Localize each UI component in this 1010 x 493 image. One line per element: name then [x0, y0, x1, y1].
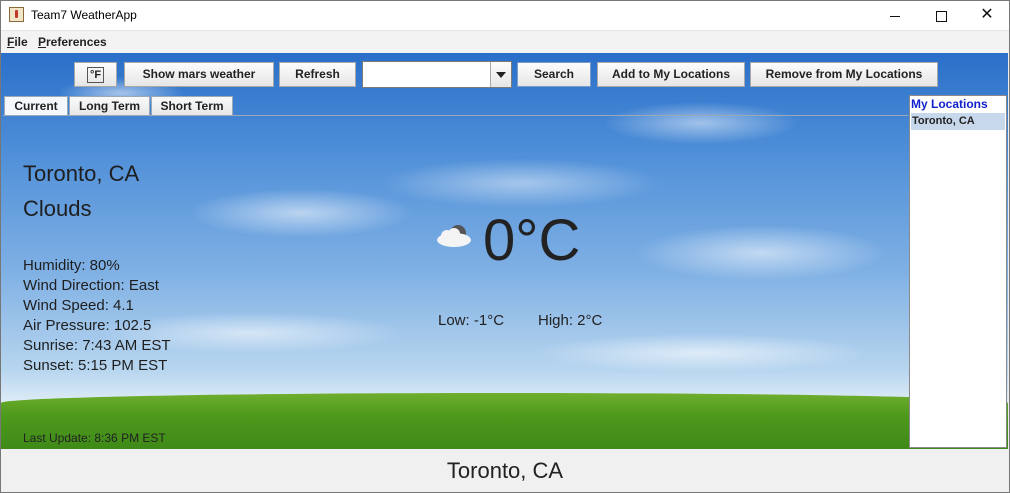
air-pressure-value: Air Pressure: 102.5 — [23, 317, 152, 334]
menu-preferences[interactable]: Preferences — [38, 35, 107, 49]
add-location-button[interactable]: Add to My Locations — [597, 62, 745, 87]
maximize-icon — [935, 10, 947, 22]
wind-speed-value: Wind Speed: 4.1 — [23, 297, 134, 314]
remove-location-button[interactable]: Remove from My Locations — [750, 62, 938, 87]
humidity-value: Humidity: 80% — [23, 257, 120, 274]
weather-condition: Clouds — [23, 196, 92, 221]
last-update-text: Last Update: 8:36 PM EST — [23, 431, 166, 445]
tab-long-term[interactable]: Long Term — [69, 96, 150, 116]
tab-divider — [3, 115, 908, 116]
menu-file[interactable]: File — [7, 35, 28, 49]
sunrise-value: Sunrise: 7:43 AM EST — [23, 337, 171, 354]
close-icon: ✕ — [980, 6, 994, 23]
wind-direction-value: Wind Direction: East — [23, 277, 159, 294]
title-bar: Team7 WeatherApp ✕ — [0, 0, 1010, 31]
close-button[interactable]: ✕ — [964, 0, 1010, 30]
app-icon — [9, 7, 24, 22]
current-temperature: 0°C — [483, 208, 581, 273]
maximize-button[interactable] — [918, 0, 964, 30]
refresh-button[interactable]: Refresh — [279, 62, 356, 87]
sunset-value: Sunset: 5:15 PM EST — [23, 357, 168, 374]
show-mars-weather-button[interactable]: Show mars weather — [124, 62, 274, 87]
main-panel: °F Show mars weather Refresh Search Add … — [1, 53, 1008, 449]
high-temperature: High: 2°C — [538, 312, 603, 329]
city-name: Toronto, CA — [23, 161, 140, 186]
chevron-down-icon[interactable] — [490, 62, 511, 87]
my-locations-panel: My Locations Toronto, CA — [909, 95, 1007, 448]
my-locations-title: My Locations — [911, 97, 988, 111]
location-combo[interactable] — [362, 61, 512, 88]
search-button[interactable]: Search — [517, 62, 591, 87]
low-temperature: Low: -1°C — [438, 312, 505, 329]
minimize-button[interactable] — [872, 0, 918, 30]
location-list-item[interactable]: Toronto, CA — [911, 113, 1005, 130]
location-search-input[interactable] — [365, 64, 493, 86]
window-title: Team7 WeatherApp — [31, 8, 137, 22]
unit-toggle-label: °F — [86, 67, 105, 83]
status-bar: Toronto, CA — [0, 449, 1010, 493]
cloud-icon — [437, 225, 471, 247]
tab-current[interactable]: Current — [4, 96, 68, 116]
status-city: Toronto, CA — [446, 458, 564, 483]
menu-bar: File Preferences — [0, 31, 1010, 53]
tab-short-term[interactable]: Short Term — [151, 96, 233, 116]
weather-details: Humidity: 80% Wind Direction: East Wind … — [23, 256, 171, 376]
unit-toggle-button[interactable]: °F — [74, 62, 117, 87]
minimize-icon — [890, 15, 900, 17]
